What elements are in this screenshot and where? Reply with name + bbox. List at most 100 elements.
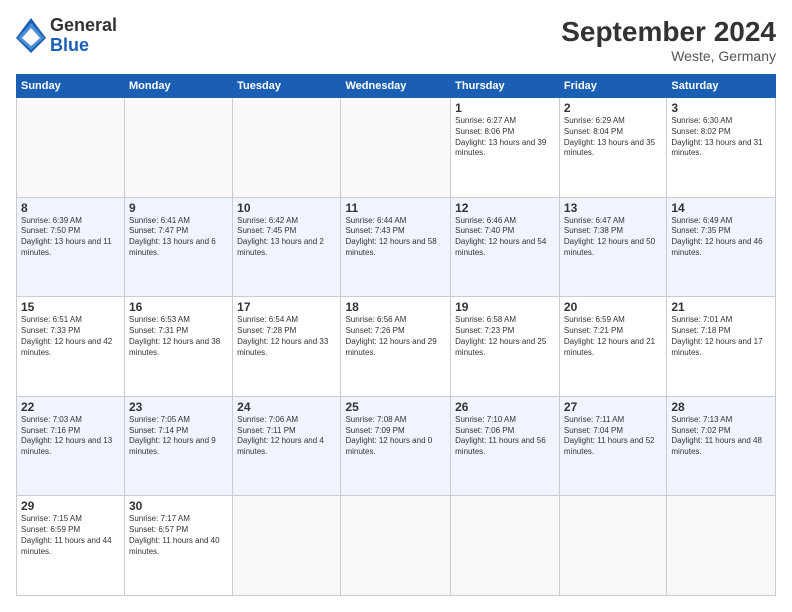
day-number: 18 bbox=[345, 300, 446, 314]
day-info: Sunrise: 6:54 AMSunset: 7:28 PMDaylight:… bbox=[237, 315, 336, 358]
table-row: 9Sunrise: 6:41 AMSunset: 7:47 PMDaylight… bbox=[125, 197, 233, 297]
day-info: Sunrise: 7:05 AMSunset: 7:14 PMDaylight:… bbox=[129, 415, 228, 458]
day-number: 16 bbox=[129, 300, 228, 314]
table-row: 11Sunrise: 6:44 AMSunset: 7:43 PMDayligh… bbox=[341, 197, 451, 297]
table-row: 30Sunrise: 7:17 AMSunset: 6:57 PMDayligh… bbox=[125, 496, 233, 596]
logo: General Blue bbox=[16, 16, 117, 56]
day-number: 27 bbox=[564, 400, 662, 414]
calendar: Sunday Monday Tuesday Wednesday Thursday… bbox=[16, 74, 776, 596]
table-row: 15Sunrise: 6:51 AMSunset: 7:33 PMDayligh… bbox=[17, 297, 125, 397]
header: General Blue September 2024 Weste, Germa… bbox=[16, 16, 776, 64]
day-info: Sunrise: 6:53 AMSunset: 7:31 PMDaylight:… bbox=[129, 315, 228, 358]
table-row: 26Sunrise: 7:10 AMSunset: 7:06 PMDayligh… bbox=[451, 396, 560, 496]
col-wednesday: Wednesday bbox=[341, 75, 451, 98]
day-number: 12 bbox=[455, 201, 555, 215]
table-row: 10Sunrise: 6:42 AMSunset: 7:45 PMDayligh… bbox=[233, 197, 341, 297]
table-row bbox=[559, 496, 666, 596]
table-row bbox=[233, 98, 341, 198]
day-info: Sunrise: 6:29 AMSunset: 8:04 PMDaylight:… bbox=[564, 116, 662, 159]
day-info: Sunrise: 6:30 AMSunset: 8:02 PMDaylight:… bbox=[671, 116, 771, 159]
day-info: Sunrise: 6:39 AMSunset: 7:50 PMDaylight:… bbox=[21, 216, 120, 259]
table-row: 16Sunrise: 6:53 AMSunset: 7:31 PMDayligh… bbox=[125, 297, 233, 397]
day-number: 8 bbox=[21, 201, 120, 215]
calendar-header-row: Sunday Monday Tuesday Wednesday Thursday… bbox=[17, 75, 776, 98]
calendar-week-3: 22Sunrise: 7:03 AMSunset: 7:16 PMDayligh… bbox=[17, 396, 776, 496]
logo-line2: Blue bbox=[50, 36, 117, 56]
day-number: 3 bbox=[671, 101, 771, 115]
day-number: 1 bbox=[455, 101, 555, 115]
day-info: Sunrise: 6:49 AMSunset: 7:35 PMDaylight:… bbox=[671, 216, 771, 259]
day-info: Sunrise: 6:42 AMSunset: 7:45 PMDaylight:… bbox=[237, 216, 336, 259]
table-row bbox=[341, 496, 451, 596]
day-number: 23 bbox=[129, 400, 228, 414]
table-row: 24Sunrise: 7:06 AMSunset: 7:11 PMDayligh… bbox=[233, 396, 341, 496]
day-number: 13 bbox=[564, 201, 662, 215]
location: Weste, Germany bbox=[561, 48, 776, 64]
day-number: 15 bbox=[21, 300, 120, 314]
day-number: 30 bbox=[129, 499, 228, 513]
table-row bbox=[233, 496, 341, 596]
table-row: 23Sunrise: 7:05 AMSunset: 7:14 PMDayligh… bbox=[125, 396, 233, 496]
logo-icon bbox=[16, 18, 46, 53]
day-number: 24 bbox=[237, 400, 336, 414]
col-sunday: Sunday bbox=[17, 75, 125, 98]
table-row: 27Sunrise: 7:11 AMSunset: 7:04 PMDayligh… bbox=[559, 396, 666, 496]
table-row: 1Sunrise: 6:27 AMSunset: 8:06 PMDaylight… bbox=[451, 98, 560, 198]
day-number: 22 bbox=[21, 400, 120, 414]
day-number: 14 bbox=[671, 201, 771, 215]
table-row: 18Sunrise: 6:56 AMSunset: 7:26 PMDayligh… bbox=[341, 297, 451, 397]
day-info: Sunrise: 7:13 AMSunset: 7:02 PMDaylight:… bbox=[671, 415, 771, 458]
calendar-week-0: 1Sunrise: 6:27 AMSunset: 8:06 PMDaylight… bbox=[17, 98, 776, 198]
col-tuesday: Tuesday bbox=[233, 75, 341, 98]
day-number: 2 bbox=[564, 101, 662, 115]
col-saturday: Saturday bbox=[667, 75, 776, 98]
table-row: 22Sunrise: 7:03 AMSunset: 7:16 PMDayligh… bbox=[17, 396, 125, 496]
day-info: Sunrise: 7:17 AMSunset: 6:57 PMDaylight:… bbox=[129, 514, 228, 557]
page: General Blue September 2024 Weste, Germa… bbox=[0, 0, 792, 612]
table-row: 21Sunrise: 7:01 AMSunset: 7:18 PMDayligh… bbox=[667, 297, 776, 397]
day-number: 28 bbox=[671, 400, 771, 414]
day-info: Sunrise: 6:58 AMSunset: 7:23 PMDaylight:… bbox=[455, 315, 555, 358]
calendar-week-2: 15Sunrise: 6:51 AMSunset: 7:33 PMDayligh… bbox=[17, 297, 776, 397]
calendar-week-4: 29Sunrise: 7:15 AMSunset: 6:59 PMDayligh… bbox=[17, 496, 776, 596]
table-row: 17Sunrise: 6:54 AMSunset: 7:28 PMDayligh… bbox=[233, 297, 341, 397]
day-info: Sunrise: 6:46 AMSunset: 7:40 PMDaylight:… bbox=[455, 216, 555, 259]
day-info: Sunrise: 7:01 AMSunset: 7:18 PMDaylight:… bbox=[671, 315, 771, 358]
day-number: 29 bbox=[21, 499, 120, 513]
col-monday: Monday bbox=[125, 75, 233, 98]
table-row: 20Sunrise: 6:59 AMSunset: 7:21 PMDayligh… bbox=[559, 297, 666, 397]
logo-text: General Blue bbox=[50, 16, 117, 56]
day-info: Sunrise: 7:06 AMSunset: 7:11 PMDaylight:… bbox=[237, 415, 336, 458]
day-info: Sunrise: 6:27 AMSunset: 8:06 PMDaylight:… bbox=[455, 116, 555, 159]
table-row: 14Sunrise: 6:49 AMSunset: 7:35 PMDayligh… bbox=[667, 197, 776, 297]
day-number: 11 bbox=[345, 201, 446, 215]
table-row: 29Sunrise: 7:15 AMSunset: 6:59 PMDayligh… bbox=[17, 496, 125, 596]
logo-line1: General bbox=[50, 16, 117, 36]
day-info: Sunrise: 7:08 AMSunset: 7:09 PMDaylight:… bbox=[345, 415, 446, 458]
day-info: Sunrise: 6:56 AMSunset: 7:26 PMDaylight:… bbox=[345, 315, 446, 358]
table-row bbox=[125, 98, 233, 198]
month-title: September 2024 bbox=[561, 16, 776, 48]
day-info: Sunrise: 6:51 AMSunset: 7:33 PMDaylight:… bbox=[21, 315, 120, 358]
table-row: 3Sunrise: 6:30 AMSunset: 8:02 PMDaylight… bbox=[667, 98, 776, 198]
table-row: 19Sunrise: 6:58 AMSunset: 7:23 PMDayligh… bbox=[451, 297, 560, 397]
table-row: 12Sunrise: 6:46 AMSunset: 7:40 PMDayligh… bbox=[451, 197, 560, 297]
day-info: Sunrise: 6:44 AMSunset: 7:43 PMDaylight:… bbox=[345, 216, 446, 259]
day-number: 25 bbox=[345, 400, 446, 414]
day-info: Sunrise: 7:15 AMSunset: 6:59 PMDaylight:… bbox=[21, 514, 120, 557]
day-number: 9 bbox=[129, 201, 228, 215]
table-row bbox=[451, 496, 560, 596]
day-info: Sunrise: 7:10 AMSunset: 7:06 PMDaylight:… bbox=[455, 415, 555, 458]
day-info: Sunrise: 7:11 AMSunset: 7:04 PMDaylight:… bbox=[564, 415, 662, 458]
table-row bbox=[17, 98, 125, 198]
day-number: 10 bbox=[237, 201, 336, 215]
table-row: 8Sunrise: 6:39 AMSunset: 7:50 PMDaylight… bbox=[17, 197, 125, 297]
day-number: 21 bbox=[671, 300, 771, 314]
col-friday: Friday bbox=[559, 75, 666, 98]
table-row bbox=[341, 98, 451, 198]
col-thursday: Thursday bbox=[451, 75, 560, 98]
table-row: 28Sunrise: 7:13 AMSunset: 7:02 PMDayligh… bbox=[667, 396, 776, 496]
calendar-week-1: 8Sunrise: 6:39 AMSunset: 7:50 PMDaylight… bbox=[17, 197, 776, 297]
day-info: Sunrise: 7:03 AMSunset: 7:16 PMDaylight:… bbox=[21, 415, 120, 458]
table-row: 2Sunrise: 6:29 AMSunset: 8:04 PMDaylight… bbox=[559, 98, 666, 198]
